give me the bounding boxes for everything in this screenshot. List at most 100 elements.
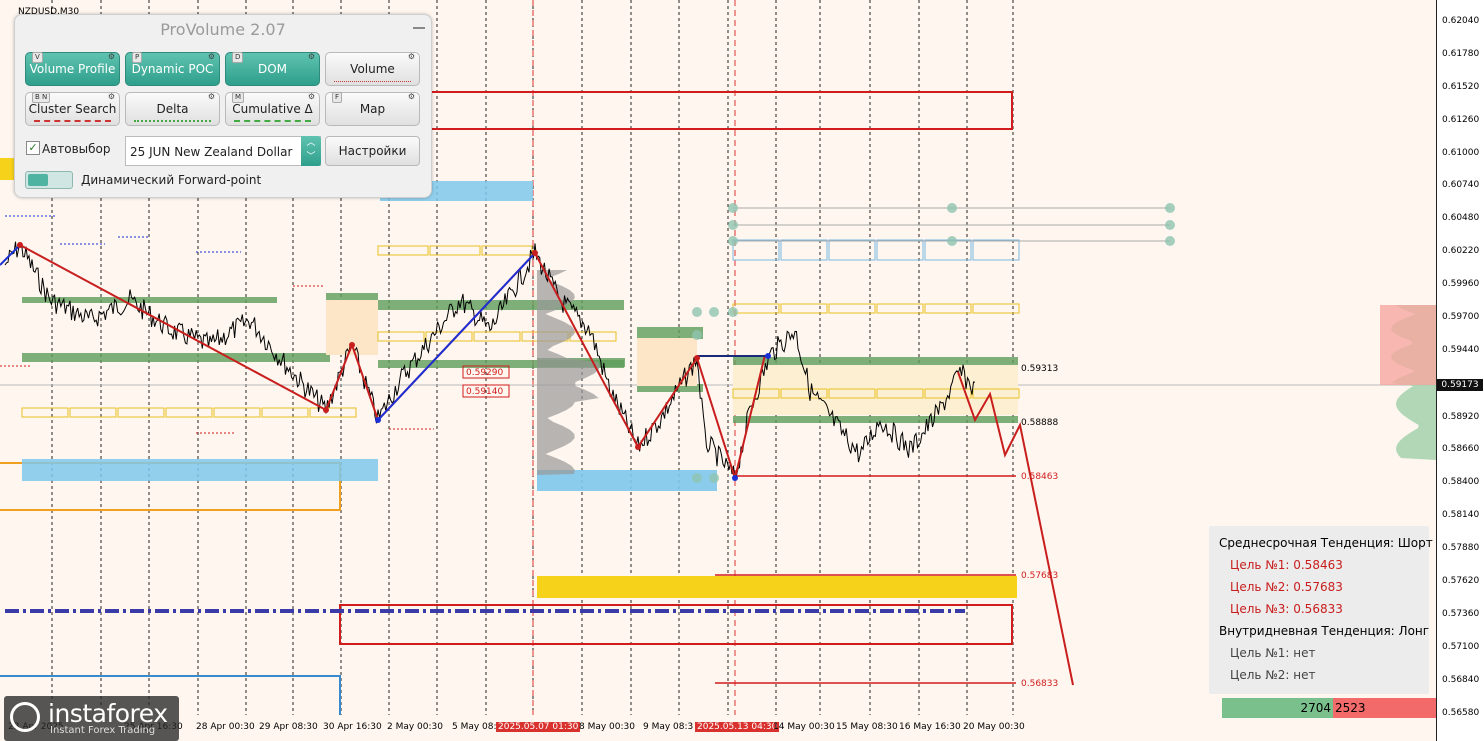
volume-button[interactable]: ⚙ Volume: [325, 52, 420, 86]
yellow-box: [425, 331, 473, 342]
key-badge: M: [232, 92, 245, 103]
time-label: 30 Apr 16:30: [323, 722, 382, 732]
pivot-point: [532, 250, 538, 256]
mid-target-3: Цель №3: 0.56833: [1230, 602, 1343, 616]
pivot-point: [323, 407, 329, 413]
mid-target-2: Цель №2: 0.57683: [1230, 580, 1343, 594]
marker-dot: [709, 473, 719, 483]
time-label: 29 Apr 08:30: [259, 722, 318, 732]
dynamic-poc-button[interactable]: P ⚙ Dynamic POC: [125, 52, 220, 86]
indicator-dots: [34, 117, 111, 122]
button-label: Dynamic POC: [131, 62, 214, 76]
marker-dot: [1165, 203, 1175, 213]
dom-button[interactable]: D ⚙ DOM: [225, 52, 320, 86]
mid-target-1: Цель №1: 0.58463: [1230, 558, 1343, 572]
blue-outline-box: [972, 239, 1020, 261]
map-button[interactable]: F ⚙ Map: [325, 92, 420, 126]
price-tick: 0.59960: [1442, 279, 1480, 289]
time-label: 2 May 00:30: [387, 722, 443, 732]
price-axis: 0.62040 0.61780 0.61520 0.61260 0.61000 0.607…: [1437, 0, 1484, 741]
sell-volume: 2523: [1333, 698, 1436, 718]
intraday-title: Внутридневная Тенденция: Лонг: [1219, 624, 1430, 638]
price-tick: 0.60480: [1442, 213, 1480, 223]
yellow-box: [309, 407, 357, 418]
gear-icon[interactable]: ⚙: [308, 92, 315, 102]
volume-profile-button[interactable]: V ⚙ Volume Profile: [25, 52, 120, 86]
yellow-box: [213, 407, 261, 418]
gear-icon[interactable]: ⚙: [108, 92, 115, 102]
time-label: 28 Apr 00:30: [196, 722, 255, 732]
intraday-target-1: Цель №1: нет: [1230, 646, 1316, 660]
blue-outline-box: [828, 239, 876, 261]
chart-area[interactable]: 0.59313 0.58888 0.58463 0.57683 0.56833 0.592…: [0, 0, 1437, 741]
price-tick: 0.60740: [1442, 180, 1480, 190]
gear-icon[interactable]: ⚙: [208, 92, 215, 102]
yellow-zone: [537, 576, 1017, 598]
chevron-up-icon[interactable]: ︿: [301, 136, 321, 150]
level-label: 0.58888: [1021, 418, 1058, 428]
gear-icon[interactable]: ⚙: [208, 52, 215, 62]
level-label: 0.58463: [1021, 472, 1058, 482]
price-tick: 0.56840: [1442, 675, 1480, 685]
marker-dot: [1165, 220, 1175, 230]
blue-trend-line: [377, 252, 536, 421]
marker-dot: [692, 307, 702, 317]
yellow-box: [473, 331, 521, 342]
instrument-spinner[interactable]: ︿ ﹀: [301, 136, 321, 166]
settings-button[interactable]: Настройки: [325, 136, 420, 166]
yellow-box: [21, 407, 69, 418]
price-tick: 0.58920: [1442, 412, 1480, 422]
button-label: Cluster Search: [28, 102, 117, 116]
forward-point-toggle[interactable]: [25, 171, 73, 189]
blue-outline-box: [876, 239, 924, 261]
price-tick: 0.58400: [1442, 477, 1480, 487]
price-tick: 0.57620: [1442, 576, 1480, 586]
level-label: 0.59313: [1021, 364, 1058, 374]
trend-info-box: Среднесрочная Тенденция: Шорт Цель №1: 0…: [1209, 526, 1433, 694]
indicator-dots: [134, 117, 211, 122]
level-label: 0.59290: [466, 368, 503, 378]
time-label: 2025.05.13 04:30: [695, 722, 780, 732]
delta-button[interactable]: ⚙ Delta: [125, 92, 220, 126]
price-tick: 0.57360: [1442, 609, 1480, 619]
price-tick: 0.62040: [1442, 16, 1480, 26]
marker-dot: [728, 236, 738, 246]
time-label: 16 May 16:30: [899, 722, 961, 732]
marker-dot: [1165, 236, 1175, 246]
provolume-panel: ProVolume 2.07 V ⚙ Volume Profile P ⚙ Dy…: [14, 14, 432, 198]
time-label: 8 May 00:30: [579, 722, 635, 732]
autoselect-checkbox[interactable]: ✓: [26, 141, 40, 155]
price-tick: 0.61000: [1442, 148, 1480, 158]
gear-icon[interactable]: ⚙: [308, 52, 315, 62]
price-tick: 0.58140: [1442, 510, 1480, 520]
time-label: 15 May 08:30: [836, 722, 898, 732]
price-tick: 0.60220: [1442, 246, 1480, 256]
gear-icon[interactable]: ⚙: [108, 52, 115, 62]
yellow-box: [924, 303, 972, 314]
button-label: DOM: [257, 62, 288, 76]
price-tick: 0.61520: [1442, 82, 1480, 92]
chevron-down-icon[interactable]: ﹀: [301, 150, 321, 164]
cluster-search-button[interactable]: B N ⚙ Cluster Search: [25, 92, 120, 126]
logo-tagline: Instant Forex Trading: [50, 725, 156, 736]
logo-brand: instaforex: [48, 699, 168, 728]
forward-point-label: Динамический Forward-point: [81, 173, 262, 187]
key-badge: B N: [32, 92, 51, 103]
time-label: 14 May 00:30: [773, 722, 835, 732]
pivot-point: [635, 444, 641, 450]
price-tick: 0.59173: [1437, 379, 1483, 391]
cumulative-delta-button[interactable]: M ⚙ Cumulative Δ: [225, 92, 320, 126]
yellow-box: [69, 407, 117, 418]
pivot-point: [349, 342, 355, 348]
marker-dot: [709, 307, 719, 317]
marker-dot: [728, 203, 738, 213]
gear-icon[interactable]: ⚙: [408, 92, 415, 102]
instrument-select[interactable]: 25 JUN New Zealand Dollar: [125, 136, 321, 166]
minimize-icon[interactable]: [413, 27, 425, 29]
yellow-box: [261, 407, 309, 418]
key-badge: P: [132, 52, 143, 63]
gear-icon[interactable]: ⚙: [408, 52, 415, 62]
autoselect-label: Автовыбор: [42, 142, 111, 156]
marker-dot: [728, 307, 738, 317]
marker-dot: [947, 203, 957, 213]
